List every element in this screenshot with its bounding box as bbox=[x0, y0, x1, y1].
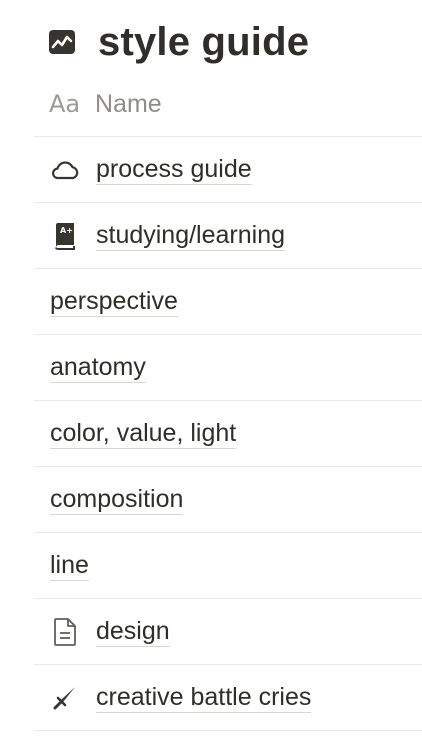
table-body: process guide A+ studying/learning persp… bbox=[34, 137, 422, 731]
table-row[interactable]: perspective bbox=[34, 269, 422, 335]
table-row[interactable]: creative battle cries bbox=[34, 665, 422, 731]
database-header: style guide bbox=[46, 14, 309, 70]
table-row[interactable]: line bbox=[34, 533, 422, 599]
table-row[interactable]: A+ studying/learning bbox=[34, 203, 422, 269]
book-icon: A+ bbox=[50, 221, 80, 251]
chart-icon[interactable] bbox=[46, 26, 78, 58]
row-title[interactable]: line bbox=[50, 550, 89, 581]
row-title[interactable]: perspective bbox=[50, 286, 178, 317]
sword-icon bbox=[50, 683, 80, 713]
row-title[interactable]: anatomy bbox=[50, 352, 146, 383]
table-row[interactable]: anatomy bbox=[34, 335, 422, 401]
table-row[interactable]: design bbox=[34, 599, 422, 665]
cloud-icon bbox=[50, 155, 80, 185]
column-label: Name bbox=[95, 89, 162, 118]
table-row[interactable]: color, value, light bbox=[34, 401, 422, 467]
row-title[interactable]: color, value, light bbox=[50, 418, 237, 449]
row-title[interactable]: creative battle cries bbox=[96, 682, 312, 713]
table-row[interactable]: process guide bbox=[34, 137, 422, 203]
document-icon bbox=[50, 617, 80, 647]
text-type-icon: Aa bbox=[49, 90, 81, 118]
database-page: style guide Aa Name process guide A+ stu… bbox=[0, 0, 422, 751]
row-title[interactable]: studying/learning bbox=[96, 220, 286, 251]
svg-text:A+: A+ bbox=[60, 226, 73, 235]
column-header-name[interactable]: Aa Name bbox=[34, 72, 422, 137]
row-title[interactable]: composition bbox=[50, 484, 184, 515]
row-title[interactable]: design bbox=[96, 616, 170, 647]
page-title[interactable]: style guide bbox=[98, 20, 309, 65]
table-row[interactable]: composition bbox=[34, 467, 422, 533]
row-title[interactable]: process guide bbox=[96, 154, 252, 185]
